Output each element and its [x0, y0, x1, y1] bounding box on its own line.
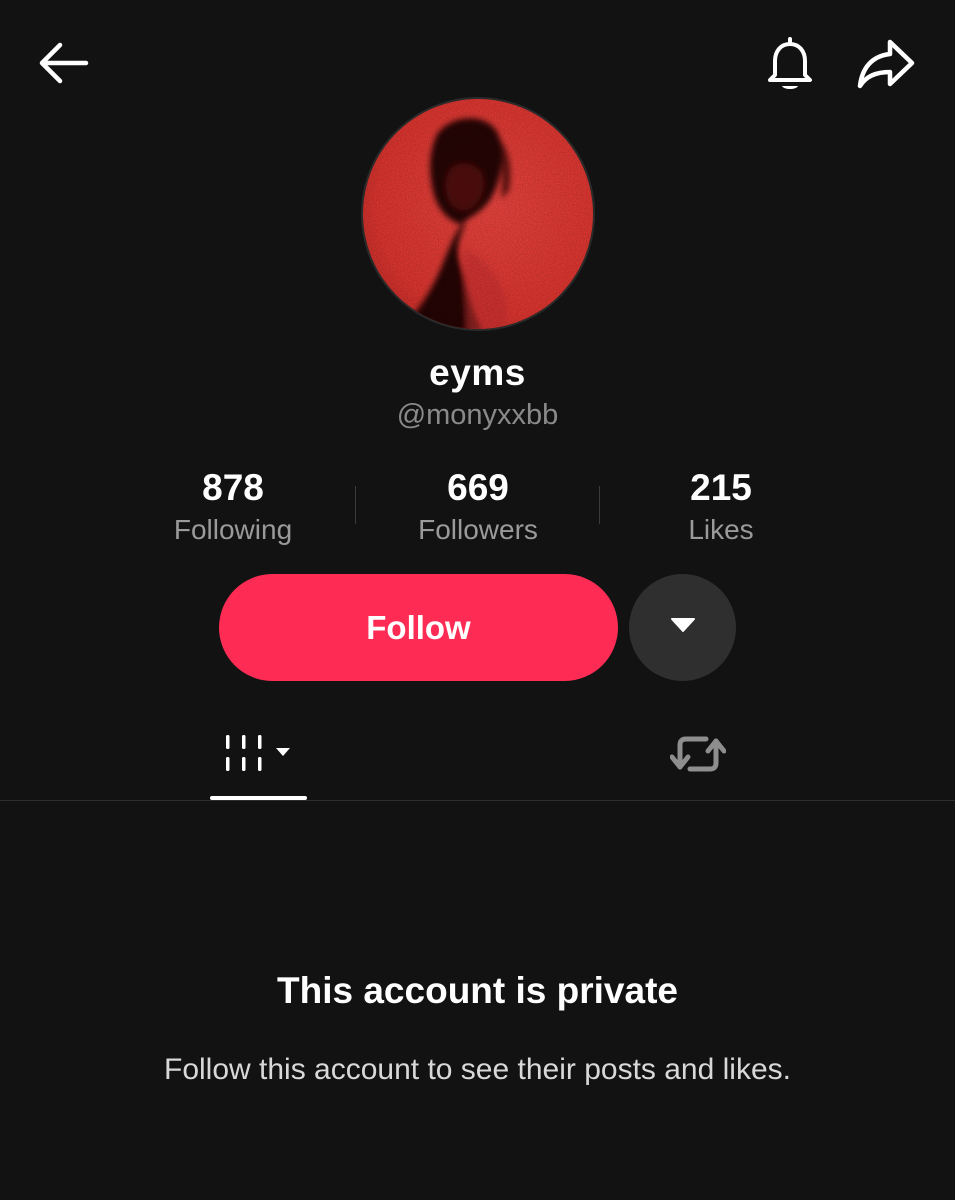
- stat-label: Following: [173, 514, 293, 545]
- profile-stats: 878 Following 669 Followers 215 Likes: [0, 466, 955, 556]
- stat-divider: [355, 486, 356, 524]
- stat-value: 215: [690, 467, 752, 508]
- caret-down-icon: [670, 617, 696, 638]
- tab-reposts[interactable]: [650, 712, 746, 800]
- stat-value: 669: [447, 467, 509, 508]
- repost-icon: [669, 729, 727, 784]
- private-account-message: Follow this account to see their posts a…: [164, 1053, 791, 1086]
- bell-icon: [762, 35, 818, 98]
- suggested-accounts-button[interactable]: [629, 574, 736, 681]
- tab-videos[interactable]: [200, 712, 316, 800]
- active-tab-indicator: [210, 796, 307, 800]
- display-name: eyms: [429, 352, 526, 393]
- username: @monyxxbb: [396, 399, 559, 431]
- share-button[interactable]: [852, 36, 920, 96]
- stat-likes[interactable]: 215 Likes: [621, 466, 821, 550]
- follow-button[interactable]: Follow: [219, 574, 618, 681]
- stat-label: Likes: [688, 514, 754, 545]
- avatar[interactable]: [361, 97, 595, 331]
- avatar-image: [363, 99, 593, 329]
- videos-grid-icon: [222, 731, 294, 782]
- back-button[interactable]: [30, 38, 96, 92]
- stat-label: Followers: [418, 514, 538, 545]
- arrow-left-icon: [36, 41, 90, 90]
- private-account-title: This account is private: [277, 970, 678, 1011]
- stat-value: 878: [202, 467, 264, 508]
- profile-page: eyms @monyxxbb 878 Following 669 Followe…: [0, 0, 955, 1200]
- notifications-button[interactable]: [758, 34, 822, 98]
- share-arrow-icon: [856, 38, 916, 95]
- content-tabs: [0, 712, 955, 801]
- stat-followers[interactable]: 669 Followers: [378, 466, 578, 550]
- stat-divider: [599, 486, 600, 524]
- stat-following[interactable]: 878 Following: [133, 466, 333, 550]
